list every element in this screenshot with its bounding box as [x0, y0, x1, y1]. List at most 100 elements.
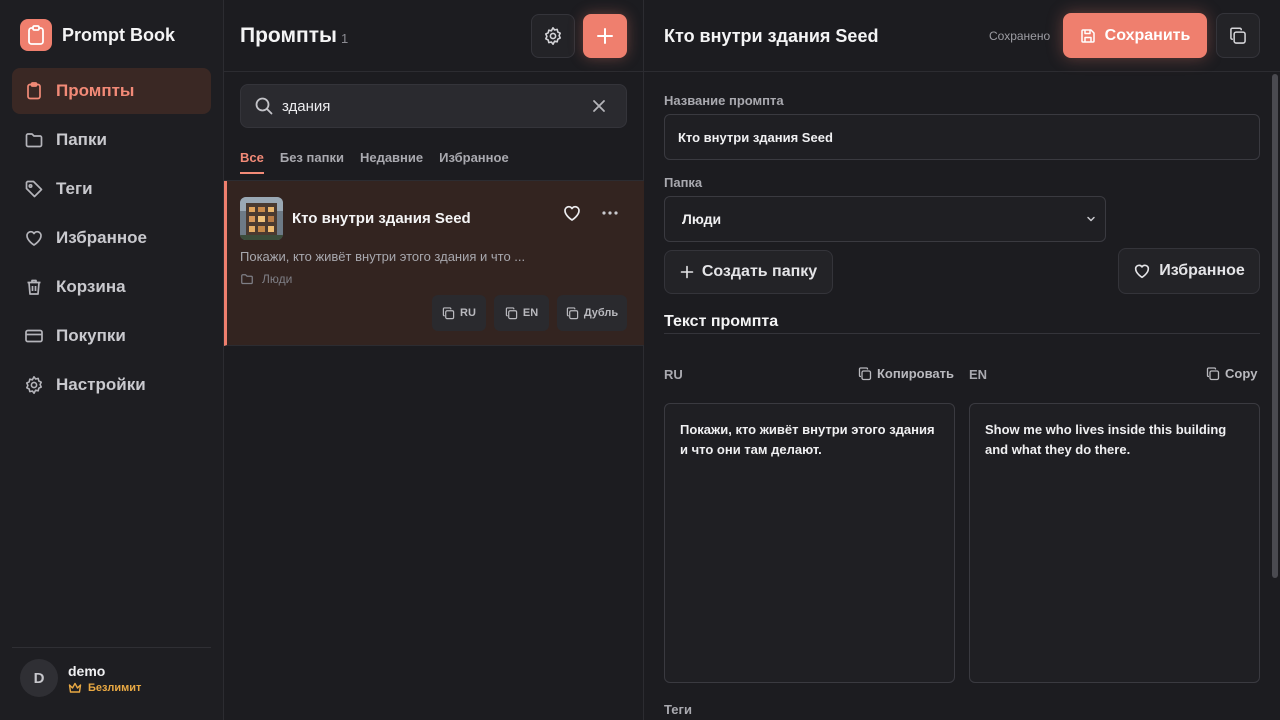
search-box [240, 84, 627, 128]
trash-icon [24, 277, 44, 297]
gear-icon [543, 26, 563, 46]
copy-ru-label: RU [460, 307, 476, 319]
prompt-editor: Кто внутри здания Seed Сохранено Сохрани… [644, 0, 1280, 720]
copy-en-button[interactable]: EN [494, 295, 549, 331]
floppy-disk-icon [1080, 28, 1105, 44]
folder-icon [24, 130, 44, 150]
list-item[interactable]: Кто внутри здания Seed Покажи, кто живёт… [224, 181, 644, 346]
list-header: Промпты 1 [224, 0, 644, 72]
search-icon [254, 96, 274, 116]
filter-tabs: Все Без папки Недавние Избранное [240, 150, 525, 174]
sidebar-item-prompts[interactable]: Промпты [12, 68, 211, 114]
sidebar-item-folders[interactable]: Папки [12, 117, 211, 163]
folder-label: Папка [664, 175, 703, 190]
sidebar-nav: Промпты Папки Теги Избранное Корзина Пок… [12, 68, 211, 411]
create-folder-label: Создать папку [701, 263, 818, 280]
avatar: D [20, 659, 58, 697]
copy-icon [1229, 27, 1247, 45]
sidebar-item-label: Папки [56, 130, 107, 149]
sidebar-item-label: Промпты [56, 81, 135, 100]
plus-icon [680, 265, 702, 279]
user-profile[interactable]: D demo Безлимит [20, 659, 141, 697]
ru-prompt-textarea[interactable]: Покажи, кто живёт внутри этого здания и … [664, 403, 955, 683]
copy-ru-text-label: Копировать [877, 366, 955, 381]
clear-search-icon[interactable] [592, 99, 606, 113]
list-settings-button[interactable] [531, 14, 575, 58]
tab-recent[interactable]: Недавние [360, 150, 423, 174]
user-name: demo [68, 662, 106, 679]
copy-ru-text-button[interactable]: Копировать [858, 366, 954, 381]
app-name: Prompt Book [62, 24, 176, 45]
prompt-thumbnail [240, 197, 283, 240]
save-label: Сохранить [1104, 26, 1191, 44]
more-options-icon[interactable] [600, 203, 620, 223]
credit-card-icon [24, 326, 44, 346]
prompt-title: Кто внутри здания Seed [292, 210, 471, 227]
folder-icon [240, 272, 262, 286]
editor-title: Кто внутри здания Seed [664, 26, 879, 46]
gear-icon [24, 375, 44, 395]
sidebar-item-label: Покупки [56, 326, 126, 345]
user-plan: Безлимит [68, 682, 141, 694]
sidebar-item-settings[interactable]: Настройки [12, 362, 211, 408]
sidebar: Prompt Book Промпты Папки Теги Избранное [0, 0, 224, 720]
copy-icon [505, 306, 523, 320]
prompt-list-panel: Промпты 1 Все Без папки Недавние Избранн… [224, 0, 644, 720]
create-folder-button[interactable]: Создать папку [664, 250, 833, 294]
copy-icon [858, 366, 877, 381]
search-input[interactable] [282, 97, 582, 115]
favorite-heart-icon[interactable] [562, 203, 582, 223]
copy-icon [1206, 366, 1225, 381]
plus-icon [595, 26, 615, 46]
tab-no-folder[interactable]: Без папки [280, 150, 344, 174]
folder-select[interactable]: Люди [664, 196, 1106, 242]
user-info: demo Безлимит [68, 663, 141, 694]
editor-scrollbar[interactable] [1270, 72, 1280, 720]
prompt-count: 1 [341, 31, 349, 46]
section-divider [664, 333, 1260, 334]
sidebar-item-purchases[interactable]: Покупки [12, 313, 211, 359]
sidebar-item-trash[interactable]: Корзина [12, 264, 211, 310]
prompt-text-heading: Текст промпта [664, 313, 779, 330]
clipboard-icon [24, 81, 44, 101]
save-button[interactable]: Сохранить [1063, 13, 1207, 58]
save-status: Сохранено [989, 29, 1051, 43]
copy-ru-button[interactable]: RU [432, 295, 486, 331]
en-label: EN [969, 367, 988, 382]
favorite-toggle-button[interactable]: Избранное [1118, 248, 1260, 294]
copy-en-text-button[interactable]: Copy [1206, 366, 1258, 381]
duplicate-label: Дубль [583, 307, 619, 319]
tab-favorites[interactable]: Избранное [439, 150, 509, 174]
copy-prompt-button[interactable] [1216, 13, 1260, 58]
sidebar-item-label: Избранное [56, 228, 147, 247]
prompt-description: Покажи, кто живёт внутри этого здания и … [240, 249, 526, 264]
copy-icon [566, 306, 584, 320]
user-plan-label: Безлимит [88, 681, 142, 694]
prompt-folder: Люди [240, 272, 292, 286]
sidebar-item-favorites[interactable]: Избранное [12, 215, 211, 261]
add-prompt-button[interactable] [583, 14, 627, 58]
ru-label: RU [664, 367, 683, 382]
duplicate-button[interactable]: Дубль [557, 295, 627, 331]
scrollbar-thumb[interactable] [1272, 74, 1278, 578]
name-label: Название промпта [664, 93, 784, 108]
prompt-name-input[interactable] [664, 114, 1260, 160]
tag-icon [24, 179, 44, 199]
sidebar-item-label: Корзина [56, 277, 126, 296]
prompt-folder-name: Люди [262, 272, 293, 286]
brand[interactable]: Prompt Book [20, 19, 175, 51]
favorite-toggle-label: Избранное [1159, 262, 1245, 279]
tags-label: Теги [664, 702, 692, 717]
tab-all[interactable]: Все [240, 150, 264, 174]
copy-icon [442, 306, 460, 320]
sidebar-item-label: Настройки [56, 375, 146, 394]
editor-header: Кто внутри здания Seed Сохранено Сохрани… [644, 0, 1280, 72]
sidebar-item-tags[interactable]: Теги [12, 166, 211, 212]
heart-icon [24, 228, 44, 248]
chevron-down-icon [1086, 215, 1096, 223]
clipboard-icon [20, 19, 52, 51]
en-prompt-textarea[interactable]: Show me who lives inside this building a… [969, 403, 1260, 683]
page-title: Промпты [240, 24, 337, 47]
crown-icon [68, 682, 88, 694]
copy-en-text-label: Copy [1225, 366, 1258, 381]
